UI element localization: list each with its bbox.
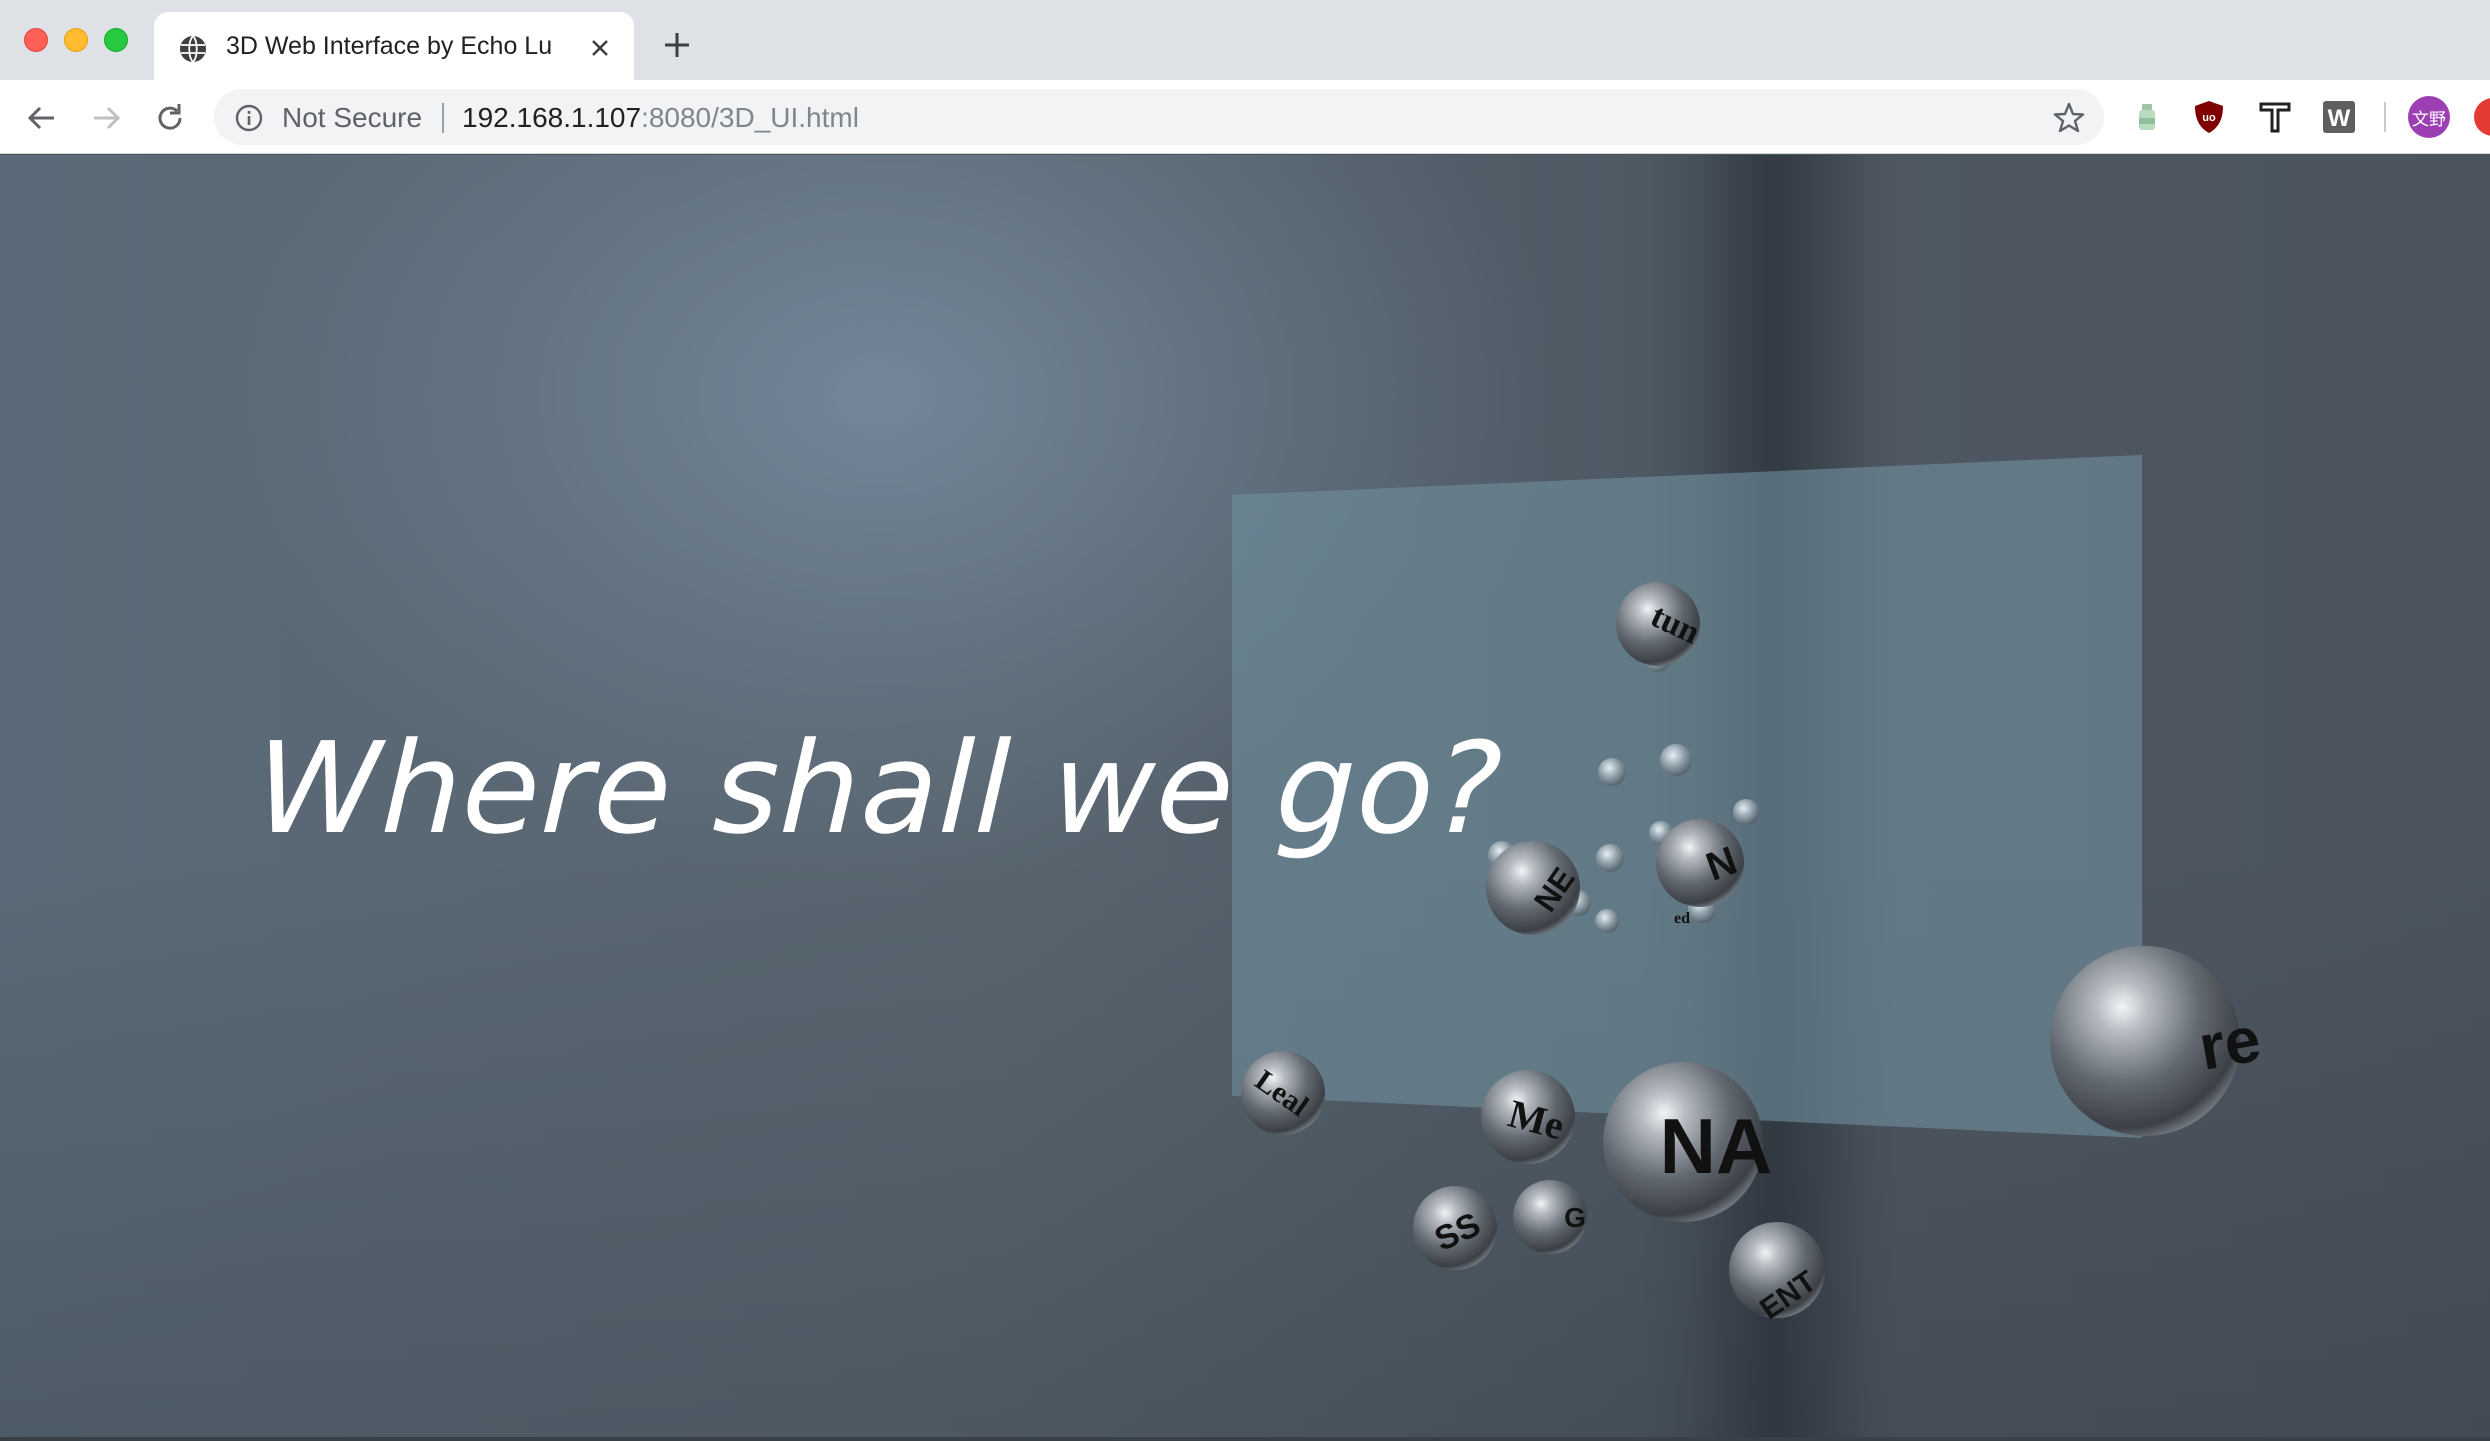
type-t-extension-icon[interactable]	[2256, 98, 2294, 136]
sphere-me[interactable]: Me	[1481, 1070, 1575, 1164]
ublock-origin-icon[interactable]: uo	[2190, 98, 2228, 136]
window-zoom-button[interactable]	[104, 28, 128, 52]
omnibox-divider	[442, 103, 444, 133]
profile-avatar[interactable]: 文野	[2408, 96, 2450, 138]
url-host: 192.168.1.107	[462, 102, 642, 133]
star-icon[interactable]	[2052, 101, 2086, 135]
address-bar[interactable]: Not Secure 192.168.1.107:8080/3D_UI.html	[214, 89, 2104, 145]
small-sphere	[1596, 844, 1624, 872]
small-sphere	[1595, 909, 1619, 933]
sphere-n[interactable]: N	[1656, 819, 1744, 907]
close-icon[interactable]	[586, 34, 614, 62]
info-icon[interactable]	[234, 103, 264, 133]
page-viewport: tun NE N ed Leal Me NA SS G ENT re Where…	[0, 155, 2490, 1441]
browser-tab[interactable]: 3D Web Interface by Echo Lu	[154, 12, 634, 80]
extension-divider	[2384, 102, 2386, 132]
url-text[interactable]: 192.168.1.107:8080/3D_UI.html	[462, 102, 859, 134]
bottle-extension-icon[interactable]	[2128, 98, 2166, 136]
back-arrow-icon[interactable]	[24, 100, 60, 136]
sphere-label: ed	[1674, 910, 1690, 927]
sphere-g[interactable]: G	[1513, 1180, 1587, 1254]
sphere-re[interactable]: re	[2050, 946, 2266, 1136]
svg-text:W: W	[2328, 105, 2351, 132]
reload-icon[interactable]	[152, 100, 188, 136]
sphere-ss[interactable]: SS	[1413, 1186, 1497, 1270]
globe-icon	[180, 35, 206, 63]
sphere-label: NA	[1660, 1102, 1773, 1190]
new-tab-button[interactable]	[662, 30, 692, 60]
browser-titlebar: 3D Web Interface by Echo Lu	[0, 0, 2490, 80]
url-path: :8080/3D_UI.html	[641, 102, 859, 133]
sphere-ed[interactable]: ed	[1674, 910, 1690, 927]
tab-title: 3D Web Interface by Echo Lu	[226, 32, 553, 60]
security-status[interactable]: Not Secure	[282, 102, 422, 134]
sphere-leal[interactable]: Leal	[1241, 1051, 1325, 1135]
browser-toolbar: Not Secure 192.168.1.107:8080/3D_UI.html…	[0, 80, 2490, 154]
small-sphere	[1598, 758, 1626, 786]
page-headline: Where shall we go?	[253, 715, 1506, 862]
sphere-ent[interactable]: ENT	[1729, 1222, 1825, 1326]
svg-text:uo: uo	[2202, 112, 2216, 124]
small-sphere	[1733, 799, 1759, 825]
notification-badge-icon[interactable]	[2474, 98, 2490, 136]
window-close-button[interactable]	[24, 28, 48, 52]
small-sphere	[1660, 744, 1692, 776]
w-extension-icon[interactable]: W	[2320, 98, 2358, 136]
sphere-label: G	[1564, 1202, 1586, 1233]
forward-arrow-icon[interactable]	[88, 100, 124, 136]
page-bottom-edge	[0, 1437, 2490, 1441]
window-minimize-button[interactable]	[64, 28, 88, 52]
sphere-label: re	[2194, 1002, 2266, 1083]
